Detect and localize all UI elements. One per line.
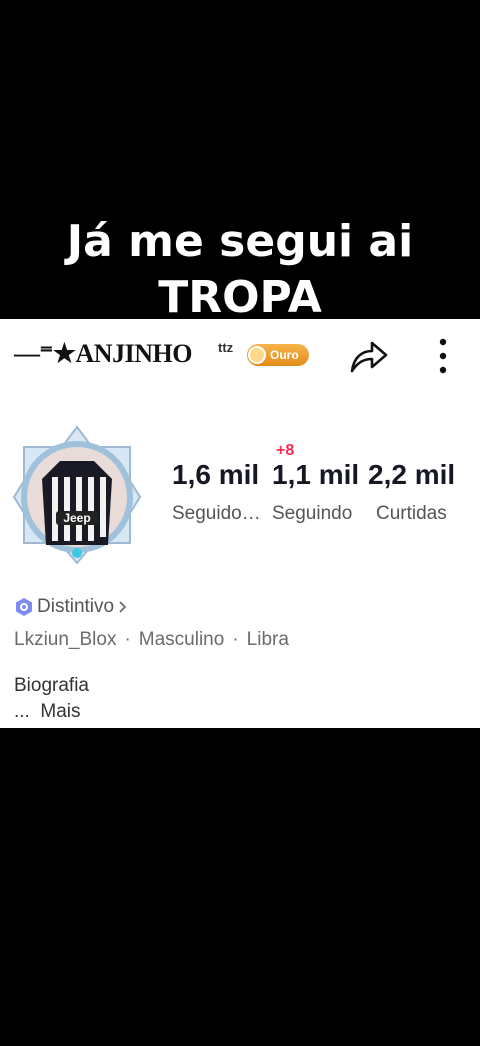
profile-header: —⁼★ANJINHO ttz Ouro	[0, 319, 480, 393]
tier-badge[interactable]: Ouro	[247, 344, 309, 366]
detail-separator: ·	[124, 629, 131, 650]
likes-count: 2,2 mil	[368, 459, 456, 490]
bio-text: ...	[14, 701, 30, 722]
following-label: Seguindo	[272, 503, 353, 524]
detail-separator: ·	[232, 629, 239, 650]
badge-link-label: Distintivo	[37, 596, 115, 617]
username: —⁼★ANJINHO	[14, 339, 192, 368]
share-arrow-icon[interactable]	[348, 337, 390, 375]
bio-more[interactable]: ... Mais	[14, 701, 81, 723]
tier-badge-label: Ouro	[270, 348, 299, 362]
caption-line-1: Já me segui ai	[66, 216, 414, 267]
svg-text:Jeep: Jeep	[63, 511, 90, 525]
likes-label: Curtidas	[376, 503, 447, 524]
badge-link[interactable]: Distintivo	[14, 596, 129, 618]
stat-likes[interactable]: 2,2 mil Curtidas	[368, 459, 455, 525]
detail-gender: Masculino	[138, 629, 225, 650]
bio-heading: Biografia	[14, 675, 89, 696]
chevron-right-icon	[119, 601, 127, 613]
stat-followers[interactable]: 1,6 mil Seguido…	[172, 459, 261, 525]
followers-count: 1,6 mil	[172, 459, 260, 490]
caption-line-2: TROPA	[158, 272, 322, 323]
detail-handle: Lkziun_Blox	[14, 629, 117, 650]
hexagon-badge-icon	[16, 598, 32, 616]
coin-icon	[248, 346, 266, 364]
new-followers-badge: +8	[276, 442, 295, 459]
stat-following[interactable]: 1,1 mil Seguindo	[272, 459, 359, 525]
profile-details: Lkziun_Blox · Masculino · Libra	[14, 629, 289, 651]
profile-card: —⁼★ANJINHO ttz Ouro Jeep +8 1,6 mil Segu…	[0, 319, 480, 728]
more-vertical-icon[interactable]	[432, 337, 454, 375]
username-suffix: ttz	[218, 340, 234, 355]
followers-label: Seguido…	[172, 503, 261, 524]
detail-sign: Libra	[246, 629, 289, 650]
following-count: 1,1 mil	[272, 459, 360, 490]
bio-more-link[interactable]: Mais	[40, 701, 80, 722]
avatar[interactable]: Jeep	[12, 425, 142, 565]
